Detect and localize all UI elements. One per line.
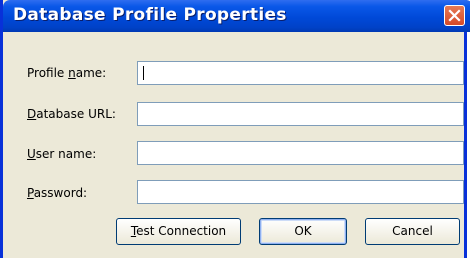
dialog-window: Database Profile Properties Profile name… xyxy=(0,0,470,258)
test-connection-button[interactable]: Test Connection xyxy=(116,218,241,245)
cancel-button[interactable]: Cancel xyxy=(365,218,460,245)
profile-name-label: Profile name: xyxy=(27,66,107,80)
password-input[interactable] xyxy=(137,180,464,204)
dialog-title: Database Profile Properties xyxy=(13,5,287,25)
close-icon xyxy=(448,9,461,22)
database-url-input[interactable] xyxy=(137,102,464,126)
profile-name-input[interactable] xyxy=(137,61,464,85)
password-label: Password: xyxy=(27,186,88,200)
user-name-label: User name: xyxy=(27,147,97,161)
ok-button[interactable]: OK xyxy=(259,218,347,245)
title-bar[interactable]: Database Profile Properties xyxy=(3,0,470,32)
database-url-label: Database URL: xyxy=(27,107,116,121)
close-button[interactable] xyxy=(444,5,465,26)
text-caret xyxy=(143,66,144,80)
user-name-input[interactable] xyxy=(137,141,464,165)
